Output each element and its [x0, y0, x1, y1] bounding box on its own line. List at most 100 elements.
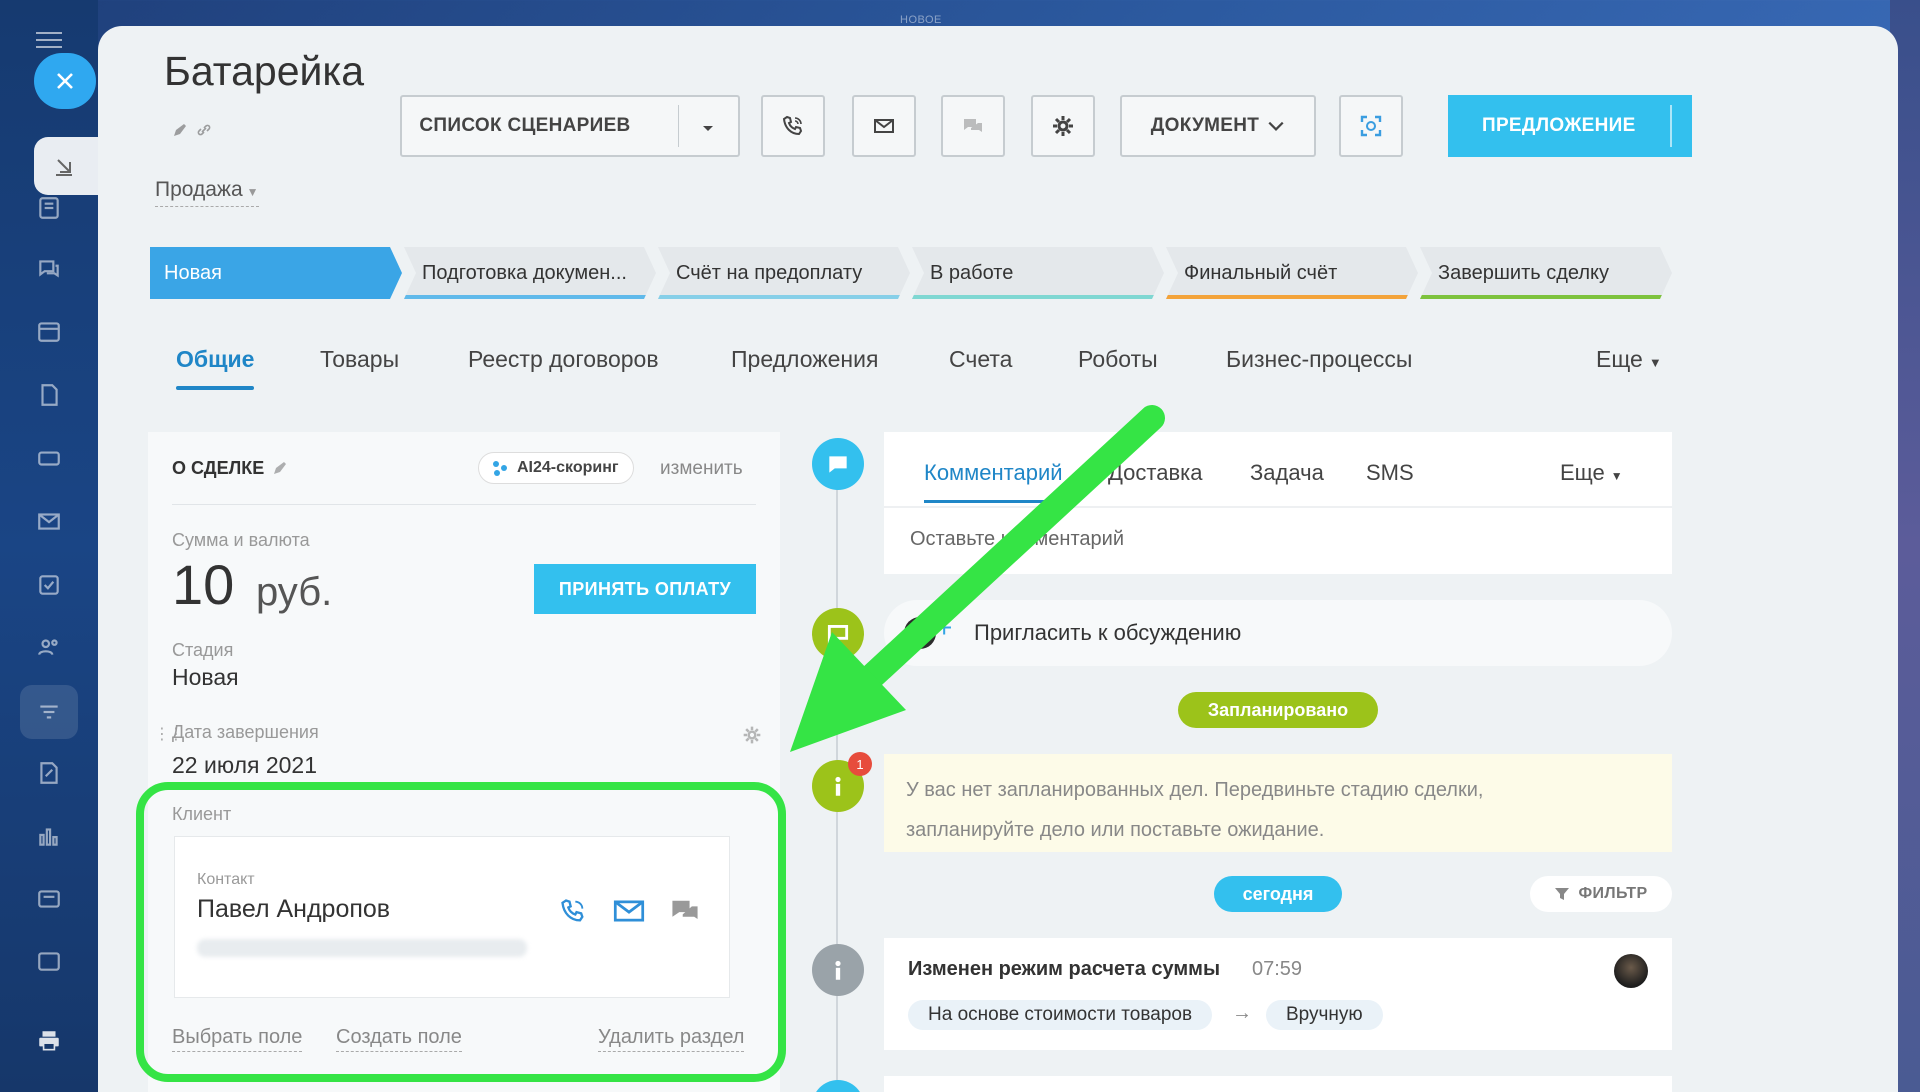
collapse-icon [56, 159, 72, 176]
analytics-icon[interactable] [34, 821, 64, 851]
tab-proposals[interactable]: Предложения [731, 346, 878, 373]
category-select[interactable]: Продажа ▼ [155, 178, 259, 207]
link-icon[interactable] [196, 122, 212, 138]
chevron-down-icon[interactable] [700, 116, 716, 140]
email-button[interactable] [852, 95, 916, 157]
stage-label: Счёт на предоплату [676, 261, 863, 284]
divider [678, 105, 679, 147]
tab-sms[interactable]: SMS [1366, 460, 1414, 486]
gear-icon[interactable] [742, 725, 762, 745]
phone-icon [782, 115, 803, 136]
history-to-tag: Вручную [1266, 1000, 1383, 1030]
pencil-icon[interactable] [272, 460, 288, 476]
filter-button[interactable]: ФИЛЬТР [1530, 876, 1672, 912]
tasks-icon[interactable] [34, 570, 64, 600]
top-label: НОВОЕ [900, 14, 942, 26]
tab-products[interactable]: Товары [320, 346, 399, 373]
tab-more[interactable]: Еще ▼ [1596, 346, 1662, 373]
avatar[interactable] [1614, 954, 1648, 988]
close-date-label: Дата завершения [172, 722, 319, 742]
discussion-dot [812, 608, 864, 660]
proposal-button[interactable]: ПРЕДЛОЖЕНИЕ [1448, 95, 1692, 157]
divider [884, 506, 1672, 508]
avatar [904, 617, 936, 649]
stage-in-progress[interactable]: В работе [912, 247, 1164, 299]
chat-button[interactable] [941, 95, 1005, 157]
print-icon[interactable] [34, 1026, 64, 1056]
chevron-down-icon: ▼ [246, 185, 259, 199]
crm-icon[interactable] [34, 697, 64, 727]
info-icon [835, 776, 841, 796]
change-link[interactable]: изменить [660, 458, 743, 480]
stage-close-deal[interactable]: Завершить сделку [1420, 247, 1672, 299]
stage-color-bar [912, 295, 1164, 299]
history-item: Изменен режим расчета суммы 07:59 На осн… [884, 938, 1672, 1050]
arrow-right-icon: → [1232, 1002, 1252, 1024]
feed-icon[interactable] [34, 193, 64, 223]
call-button[interactable] [761, 95, 825, 157]
docs-icon[interactable] [34, 380, 64, 410]
notice-line-2: запланируйте дело или поставьте ожидание… [906, 819, 1325, 841]
plus-icon: + [936, 612, 953, 643]
deal-tabs: Общие Товары Реестр договоров Предложени… [150, 346, 1670, 396]
chevron-down-icon: ▼ [1648, 355, 1662, 370]
stage-documents[interactable]: Подготовка докумен... [404, 247, 656, 299]
sites-icon[interactable] [34, 884, 64, 914]
drive-icon[interactable] [34, 443, 64, 473]
chevron-down-icon: ▼ [1610, 469, 1623, 483]
pencil-icon[interactable] [172, 122, 188, 138]
calendar-icon[interactable] [34, 316, 64, 346]
stage-label: Завершить сделку [1438, 261, 1609, 284]
stage-label: Финальный счёт [1184, 261, 1338, 284]
ai-icon [493, 461, 507, 476]
sign-icon[interactable] [34, 758, 64, 788]
menu-icon[interactable] [36, 30, 62, 50]
info-icon [835, 960, 841, 980]
close-button[interactable] [34, 53, 96, 109]
document-button[interactable]: ДОКУМЕНТ [1120, 95, 1316, 157]
tab-task[interactable]: Задача [1250, 460, 1324, 486]
proposal-label: ПРЕДЛОЖЕНИЕ [1482, 115, 1636, 136]
currency-value: руб. [256, 570, 333, 614]
settings-button[interactable] [1031, 95, 1095, 157]
contacts-icon[interactable] [34, 632, 64, 662]
scan-button[interactable] [1339, 95, 1403, 157]
tab-invoices[interactable]: Счета [949, 346, 1012, 373]
stage-final-invoice[interactable]: Финальный счёт [1166, 247, 1418, 299]
tab-business-processes[interactable]: Бизнес-процессы [1226, 346, 1412, 373]
mail-icon [874, 119, 894, 133]
history-time: 07:59 [1252, 958, 1303, 980]
chat-icon[interactable] [34, 254, 64, 284]
active-rail-tab[interactable] [34, 137, 98, 195]
tab-contracts[interactable]: Реестр договоров [468, 346, 659, 373]
invite-discussion[interactable]: + Пригласить к обсуждению [884, 600, 1672, 666]
ai-badge-label: AI24-скоринг [517, 459, 619, 476]
tab-more-label: Еще [1560, 460, 1605, 485]
chat-icon [964, 119, 982, 132]
stage-new[interactable]: Новая [150, 247, 402, 299]
comment-input[interactable]: Оставьте комментарий [910, 528, 1124, 551]
history-from-tag: На основе стоимости товаров [908, 1000, 1213, 1030]
stage-label: Новая [164, 261, 222, 284]
tab-more[interactable]: Еще ▼ [1560, 460, 1623, 486]
scenarios-button[interactable]: СПИСОК СЦЕНАРИЕВ [400, 95, 740, 157]
tab-general[interactable]: Общие [176, 346, 255, 390]
stage-prepayment[interactable]: Счёт на предоплату [658, 247, 910, 299]
tab-delivery[interactable]: Доставка [1108, 460, 1202, 486]
stage-color-bar [1420, 295, 1672, 299]
stage-color-bar [404, 295, 656, 299]
close-date-value: 22 июля 2021 [172, 752, 317, 778]
divider [172, 504, 756, 505]
scenarios-label: СПИСОК СЦЕНАРИЕВ [419, 115, 631, 136]
highlight-frame [136, 782, 786, 1082]
deal-title[interactable]: Батарейка [164, 48, 364, 95]
stage-color-bar [658, 295, 910, 299]
amount-label: Сумма и валюта [172, 530, 310, 550]
tab-comment[interactable]: Комментарий [924, 460, 1063, 503]
ai-scoring-badge[interactable]: AI24-скоринг [478, 452, 634, 484]
tab-more-label: Еще [1596, 346, 1643, 372]
schedule-icon[interactable] [34, 946, 64, 976]
tab-robots[interactable]: Роботы [1078, 346, 1158, 373]
mail-icon[interactable] [34, 506, 64, 536]
accept-payment-button[interactable]: ПРИНЯТЬ ОПЛАТУ [534, 564, 756, 614]
